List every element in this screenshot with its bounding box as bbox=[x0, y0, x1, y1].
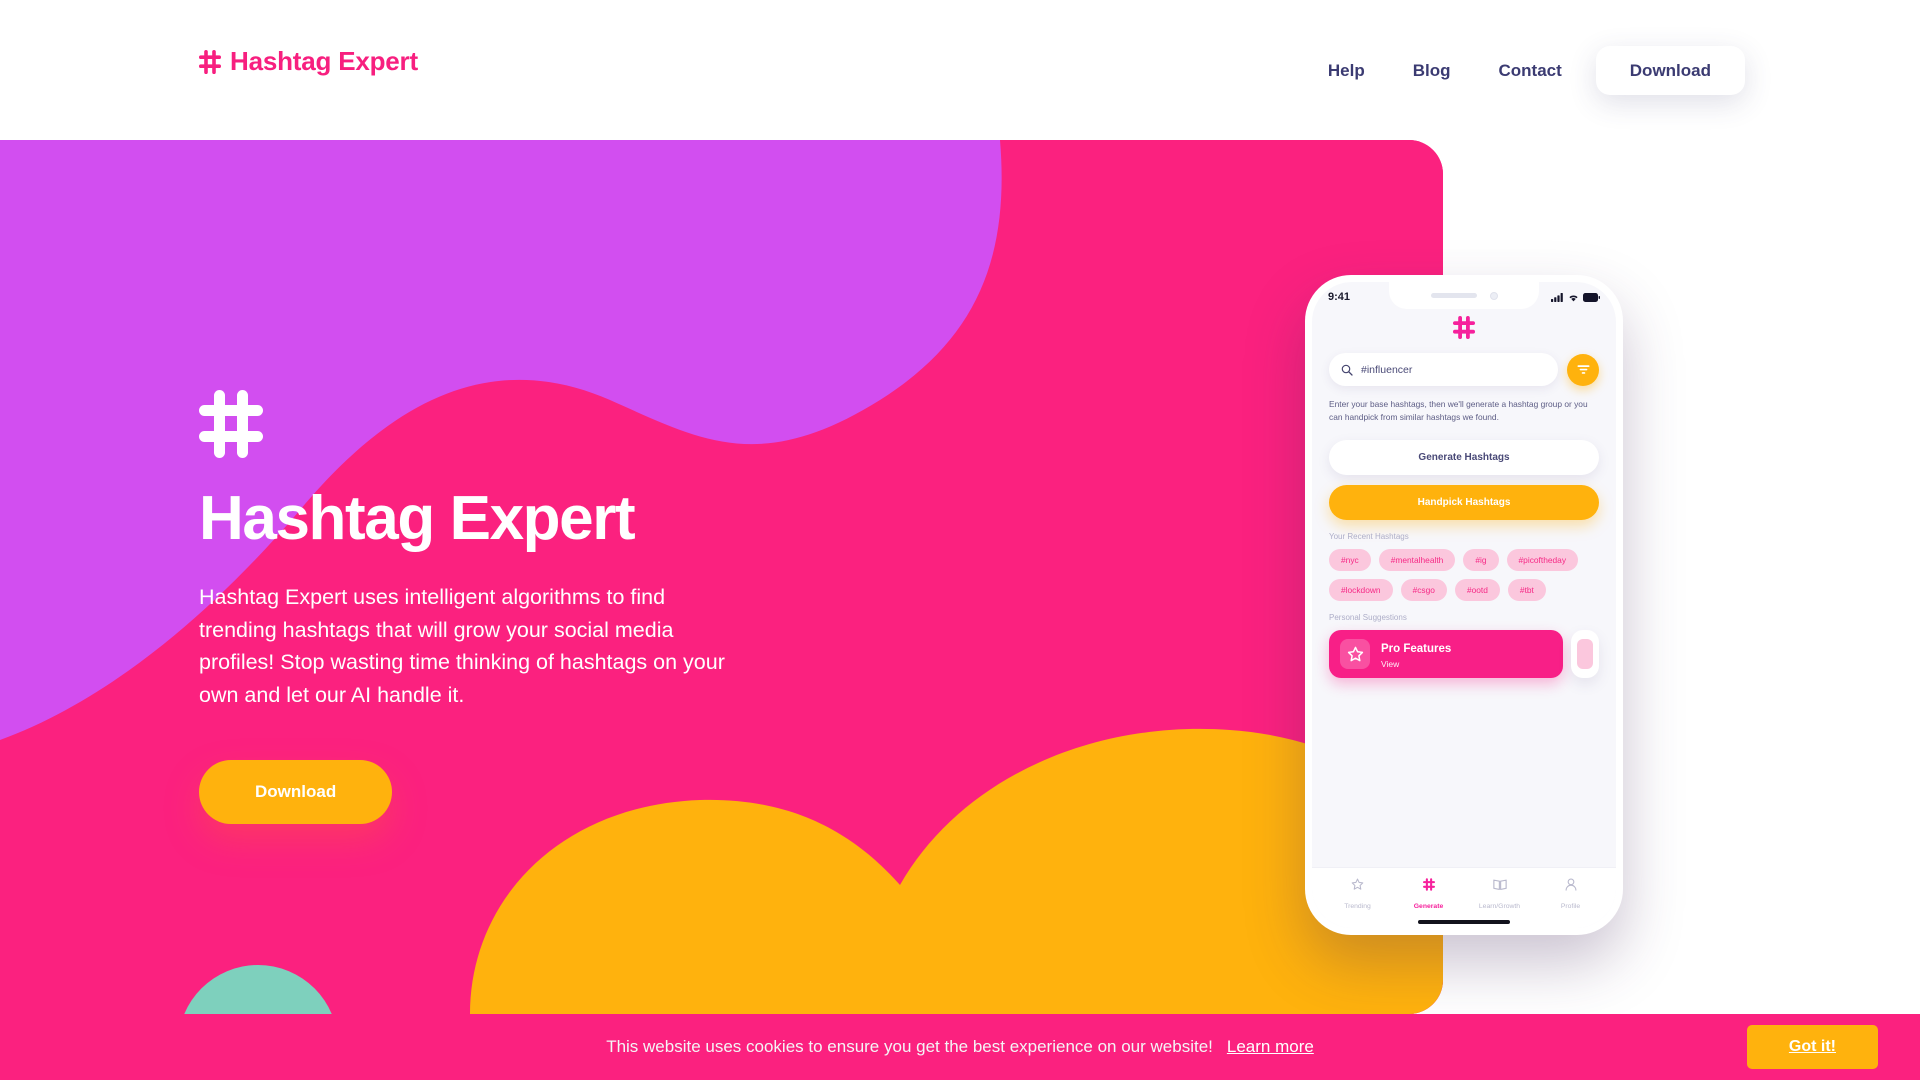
cookie-learn-more-link[interactable]: Learn more bbox=[1227, 1037, 1314, 1057]
cookie-banner: This website uses cookies to ensure you … bbox=[0, 1014, 1920, 1080]
cookie-message: This website uses cookies to ensure you … bbox=[606, 1037, 1213, 1056]
book-icon bbox=[1464, 877, 1535, 892]
nav-item-contact[interactable]: Contact bbox=[1475, 52, 1586, 89]
hero-paragraph: Hashtag Expert uses intelligent algorith… bbox=[199, 585, 725, 708]
person-icon bbox=[1535, 877, 1606, 892]
landing-page: Hashtag Expert Help Blog Contact Downloa… bbox=[0, 0, 1920, 1080]
battery-icon bbox=[1583, 292, 1600, 302]
status-icons bbox=[1551, 292, 1600, 302]
search-row: #influencer bbox=[1329, 353, 1599, 386]
tab-generate[interactable]: Generate bbox=[1393, 877, 1464, 913]
hero-download-button[interactable]: Download bbox=[199, 759, 393, 824]
phone-screen: 9:41 #influencer Enter your base hashtag… bbox=[1312, 282, 1616, 928]
filter-button[interactable] bbox=[1567, 353, 1599, 386]
wifi-icon bbox=[1569, 294, 1578, 301]
hashtag-icon bbox=[199, 49, 221, 74]
speaker-icon bbox=[1430, 293, 1477, 298]
hashtag-pill[interactable]: #picoftheday bbox=[1506, 549, 1579, 572]
cookie-accept-button[interactable]: Got it! bbox=[1746, 1025, 1878, 1069]
hashtag-pill[interactable]: #csgo bbox=[1400, 579, 1447, 602]
tab-trending[interactable]: Trending bbox=[1322, 877, 1393, 913]
star-icon bbox=[1322, 877, 1393, 892]
tab-label: Profile bbox=[1560, 903, 1581, 910]
recent-hashtags-label: Your Recent Hashtags bbox=[1329, 532, 1409, 542]
search-value: #influencer bbox=[1361, 363, 1413, 376]
hashtag-pill[interactable]: #nyc bbox=[1329, 549, 1371, 572]
tab-label: Learn/Growth bbox=[1478, 903, 1521, 910]
hero-section: Hashtag Expert Hashtag Expert uses intel… bbox=[0, 140, 1443, 1014]
hashtag-pill[interactable]: #ig bbox=[1463, 549, 1499, 572]
recent-hashtags-row: #lockdown #csgo #ootd #tbt bbox=[1329, 579, 1599, 602]
phone-description: Enter your base hashtags, then we'll gen… bbox=[1329, 399, 1588, 423]
pro-features-card[interactable]: Pro Features View bbox=[1329, 630, 1563, 679]
recent-hashtags-row: #nyc #mentalhealth #ig #picoftheday bbox=[1329, 549, 1599, 572]
cellular-signal-icon bbox=[1551, 292, 1563, 302]
brand-name: Hashtag Expert bbox=[230, 46, 418, 76]
home-indicator bbox=[1418, 920, 1510, 924]
site-header: Hashtag Expert Help Blog Contact Downloa… bbox=[0, 0, 1920, 140]
brand-logo[interactable]: Hashtag Expert bbox=[199, 46, 418, 77]
filter-icon bbox=[1577, 365, 1589, 374]
search-icon bbox=[1341, 364, 1353, 376]
hero-content: Hashtag Expert Hashtag Expert uses intel… bbox=[199, 390, 839, 824]
nav-item-help[interactable]: Help bbox=[1304, 52, 1389, 89]
phone-notch bbox=[1389, 282, 1539, 309]
camera-icon bbox=[1489, 291, 1498, 300]
status-time: 9:41 bbox=[1328, 291, 1351, 303]
hashtag-icon bbox=[1393, 877, 1464, 892]
handpick-hashtags-button[interactable]: Handpick Hashtags bbox=[1329, 485, 1599, 521]
phone-app-content: #influencer Enter your base hashtags, th… bbox=[1312, 282, 1616, 679]
phone-tab-bar: Trending Generate Learn/Growth Profile bbox=[1312, 867, 1616, 928]
generate-hashtags-button[interactable]: Generate Hashtags bbox=[1329, 440, 1599, 476]
hashtag-icon bbox=[1453, 316, 1475, 339]
tab-label: Generate bbox=[1413, 903, 1444, 910]
phone-mockup: 9:41 #influencer Enter your base hashtag… bbox=[1305, 275, 1623, 935]
phone-frame: 9:41 #influencer Enter your base hashtag… bbox=[1305, 275, 1623, 935]
star-icon bbox=[1340, 639, 1370, 670]
page-title: Hashtag Expert bbox=[199, 484, 636, 553]
hashtag-icon bbox=[199, 390, 263, 458]
nav-item-blog[interactable]: Blog bbox=[1389, 52, 1475, 89]
hashtag-pill[interactable]: #ootd bbox=[1454, 579, 1500, 602]
hashtag-pill[interactable]: #lockdown bbox=[1329, 579, 1393, 602]
tab-learn-growth[interactable]: Learn/Growth bbox=[1464, 877, 1535, 913]
suggestion-icon bbox=[1577, 639, 1593, 670]
tab-label: Trending bbox=[1344, 903, 1371, 910]
tab-profile[interactable]: Profile bbox=[1535, 877, 1606, 913]
suggestion-card-partial[interactable] bbox=[1571, 630, 1599, 679]
search-input[interactable]: #influencer bbox=[1329, 353, 1558, 386]
suggestions-row: Pro Features View bbox=[1329, 630, 1599, 679]
pro-features-title: Pro Features bbox=[1381, 643, 1452, 656]
main-nav: Help Blog Contact Download bbox=[1304, 46, 1745, 95]
nav-download-button[interactable]: Download bbox=[1595, 46, 1745, 95]
personal-suggestions-label: Personal Suggestions bbox=[1329, 613, 1407, 623]
hashtag-pill[interactable]: #tbt bbox=[1507, 579, 1546, 602]
pro-features-view-link[interactable]: View bbox=[1381, 659, 1451, 669]
hashtag-pill[interactable]: #mentalhealth bbox=[1378, 549, 1456, 572]
